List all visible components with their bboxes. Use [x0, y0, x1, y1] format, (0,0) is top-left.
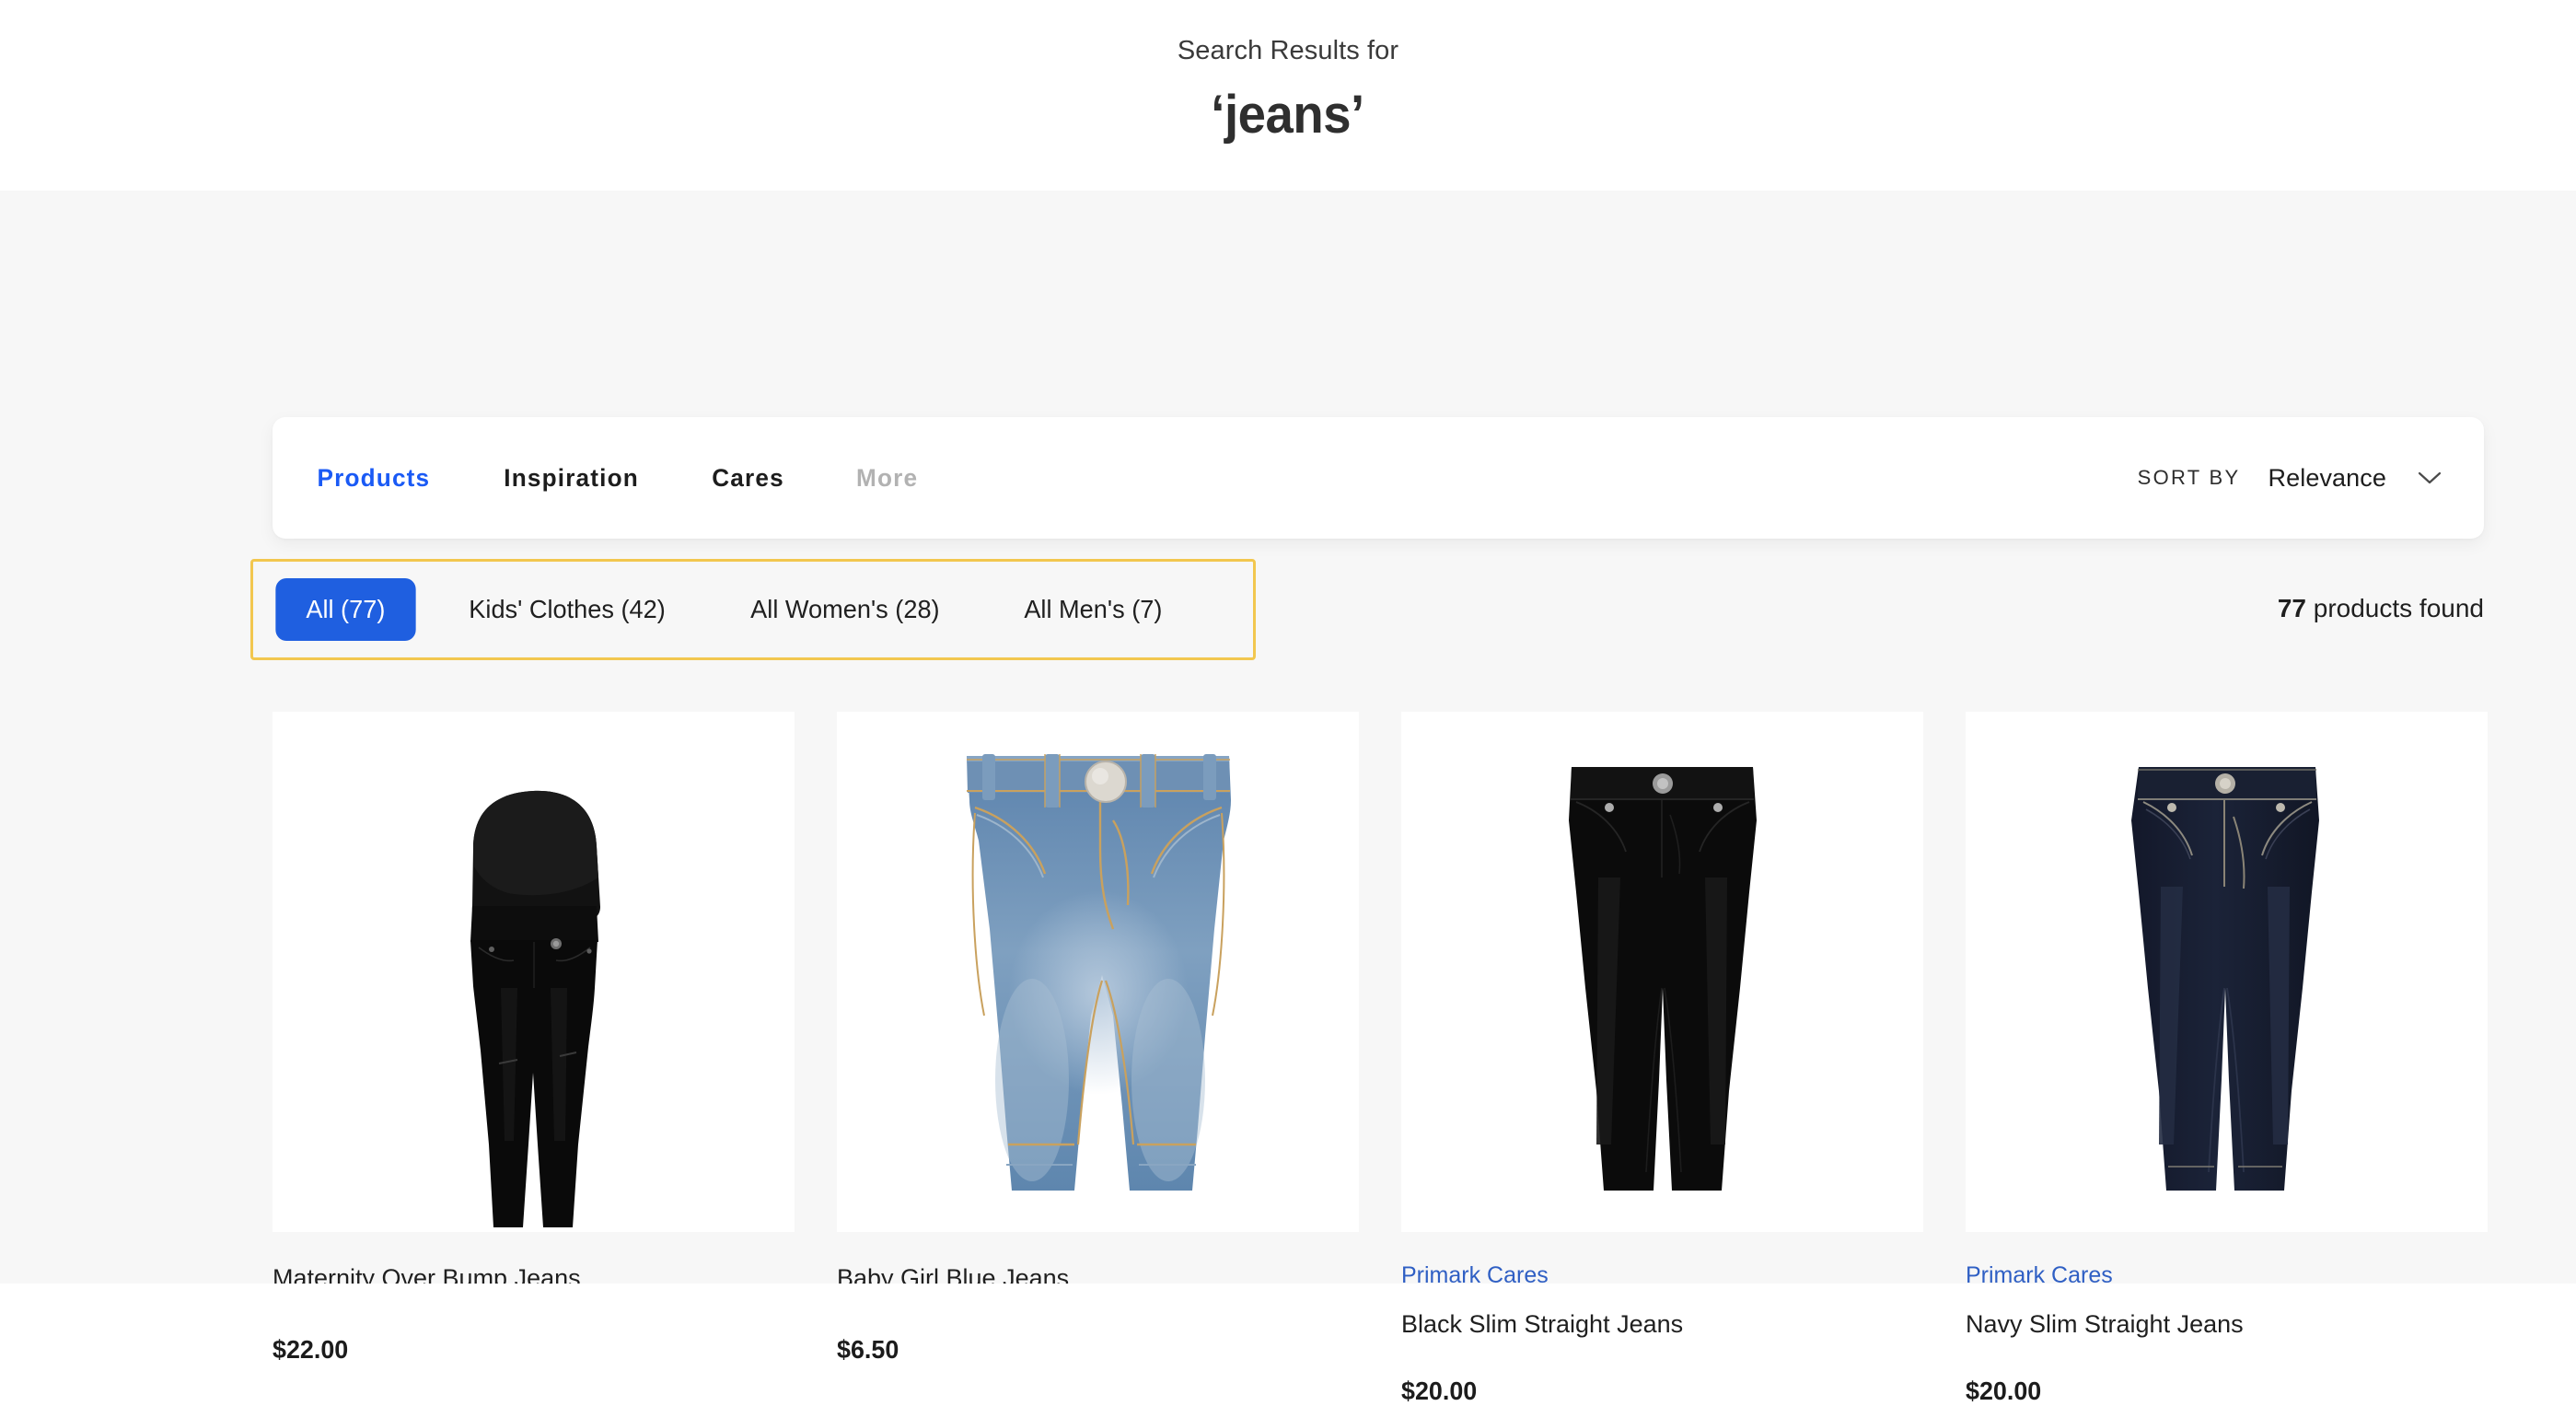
results-count: 77 products found	[2278, 594, 2484, 623]
category-filter-group: All (77) Kids' Clothes (42) All Women's …	[250, 559, 1256, 660]
chevron-down-icon	[2418, 471, 2442, 485]
tab-bar: Products Inspiration Cares More SORT BY …	[273, 417, 2484, 539]
filter-pill-all[interactable]: All (77)	[275, 578, 416, 641]
product-meta: Maternity Over Bump Jeans $22.00	[273, 1232, 795, 1365]
tab-more[interactable]: More	[822, 464, 952, 493]
page-body: Products Inspiration Cares More SORT BY …	[0, 191, 2576, 1405]
product-title: Black Slim Straight Jeans	[1401, 1309, 1684, 1338]
filter-row: All (77) Kids' Clothes (42) All Women's …	[250, 559, 2484, 662]
filter-pill-all-womens[interactable]: All Women's (28)	[720, 578, 969, 641]
product-card[interactable]: Primark Cares Black Slim Straight Jeans …	[1401, 712, 1923, 1406]
product-meta: Primark Cares Navy Slim Straight Jeans $…	[1966, 1232, 2488, 1406]
product-card[interactable]: Maternity Over Bump Jeans $22.00	[273, 712, 795, 1406]
results-count-suffix: products found	[2305, 594, 2484, 622]
product-price: $22.00	[273, 1334, 349, 1364]
filter-pill-all-mens[interactable]: All Men's (7)	[993, 578, 1192, 641]
product-meta: Primark Cares Black Slim Straight Jeans …	[1401, 1232, 1923, 1406]
tab-list: Products Inspiration Cares More	[315, 464, 954, 493]
product-price: $6.50	[837, 1334, 899, 1364]
sort-by-control[interactable]: SORT BY Relevance	[2138, 464, 2442, 493]
tab-cares[interactable]: Cares	[678, 464, 818, 493]
product-grid: Maternity Over Bump Jeans $22.00 Baby Gi…	[273, 712, 2488, 1406]
product-meta: Baby Girl Blue Jeans $6.50	[837, 1232, 1359, 1365]
product-price: $20.00	[1401, 1377, 1478, 1406]
product-card[interactable]: Baby Girl Blue Jeans $6.50	[837, 712, 1359, 1406]
sort-by-value: Relevance	[2268, 463, 2386, 492]
product-price: $20.00	[1966, 1377, 2042, 1406]
product-image-maternity-over-bump-jeans[interactable]	[273, 712, 795, 1232]
product-image-baby-girl-blue-jeans[interactable]	[837, 712, 1359, 1232]
search-query-term: ‘jeans’	[1211, 84, 1365, 145]
tab-products[interactable]: Products	[317, 464, 464, 493]
results-count-number: 77	[2277, 594, 2306, 622]
page-bottom-strip	[0, 1284, 2576, 1292]
filter-pill-kids-clothes[interactable]: Kids' Clothes (42)	[438, 578, 695, 641]
search-results-header: Search Results for ‘jeans’	[0, 0, 2576, 191]
search-results-eyebrow: Search Results for	[1177, 36, 1399, 65]
sort-by-label: SORT BY	[2137, 466, 2241, 489]
product-image-navy-slim-straight-jeans[interactable]	[1966, 712, 2488, 1232]
product-title: Navy Slim Straight Jeans	[1966, 1309, 2244, 1338]
tab-inspiration[interactable]: Inspiration	[470, 464, 672, 493]
product-card[interactable]: Primark Cares Navy Slim Straight Jeans $…	[1966, 712, 2488, 1406]
product-image-black-slim-straight-jeans[interactable]	[1401, 712, 1923, 1232]
